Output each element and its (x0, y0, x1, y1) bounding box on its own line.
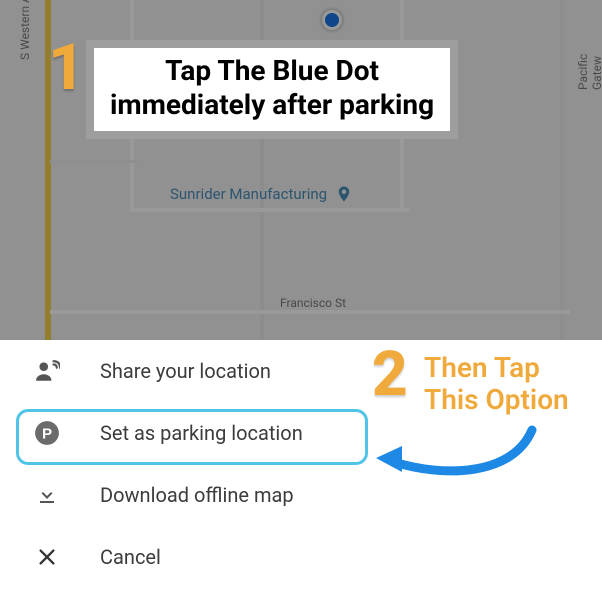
menu-cancel[interactable]: Cancel (0, 526, 602, 588)
menu-label: Set as parking location (100, 421, 303, 445)
arrow-icon (372, 422, 542, 492)
step1-line2: immediately after parking (110, 88, 434, 122)
step2-line1: Then Tap (424, 352, 569, 384)
svg-text:P: P (42, 425, 52, 442)
step1-instruction-box: Tap The Blue Dot immediately after parki… (86, 40, 458, 139)
parking-icon: P (34, 420, 60, 446)
step2-line2: This Option (424, 384, 569, 416)
screenshot-root: S Western Ave Pacific Gatew Francisco St… (0, 0, 602, 595)
step1-line1: Tap The Blue Dot (110, 54, 434, 88)
menu-label: Share your location (100, 359, 271, 383)
step2-number: 2 (372, 338, 408, 411)
download-icon (34, 482, 60, 508)
menu-label: Cancel (100, 545, 161, 569)
close-icon (34, 544, 60, 570)
step1-number: 1 (48, 30, 85, 105)
step2-instruction: Then Tap This Option (424, 352, 569, 416)
menu-label: Download offline map (100, 483, 294, 507)
share-location-icon (34, 358, 60, 384)
